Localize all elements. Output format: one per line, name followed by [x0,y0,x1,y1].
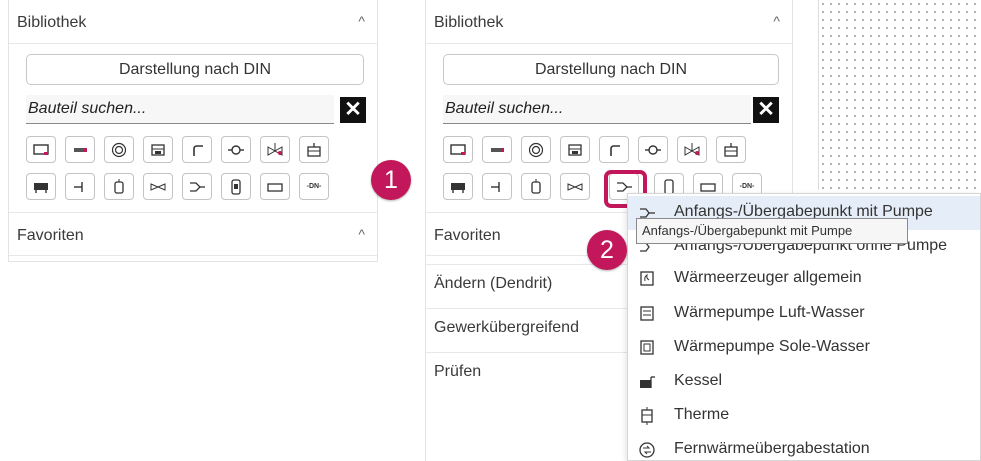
tab-label: Ändern (Dendrit) [434,275,553,292]
din-display-button[interactable]: Darstellung nach DIN [26,54,364,85]
transfer-point-icon[interactable] [182,173,212,200]
radiator-icon[interactable] [443,136,473,163]
pump-icon[interactable] [221,136,251,163]
menu-item-heat-pump-air[interactable]: Wärmepumpe Luft-Wasser [628,297,980,331]
pump-icon[interactable] [638,136,668,163]
dn-label-text: -DN- [739,183,755,190]
valve-box-icon[interactable] [560,136,590,163]
library-header[interactable]: Bibliothek ^ [426,0,792,44]
boiler-icon [640,376,655,388]
library-title: Bibliothek [434,14,504,31]
heat-generator-icon [640,271,654,286]
step-badge-2: 2 [587,230,627,270]
step-badge-1: 1 [371,160,411,200]
favorites-title: Favoriten [17,227,84,244]
tooltip: Anfangs-/Übergabepunkt mit Pumpe [636,218,908,244]
double-valve-icon[interactable] [143,173,173,200]
din-display-button[interactable]: Darstellung nach DIN [443,54,779,85]
menu-item-label: Fernwärmeübergabestation [674,440,870,457]
chevron-up-icon[interactable]: ^ [358,13,365,29]
component-search-input[interactable]: Bauteil suchen... [26,95,334,124]
clear-search-icon[interactable]: ✕ [753,97,779,123]
tab-label: Prüfen [434,363,482,380]
cylinder-icon[interactable] [221,173,251,200]
menu-item-heat-generator[interactable]: Wärmeerzeuger allgemein [628,262,980,296]
dn-label-text: -DN- [306,183,322,190]
menu-item-therme[interactable]: Therme [628,399,980,433]
drawing-canvas[interactable] [818,0,981,190]
menu-item-label: Wärmepumpe Sole-Wasser [674,338,870,355]
radiator-icon[interactable] [26,136,56,163]
favorites-title: Favoriten [434,227,501,244]
circle-target-icon[interactable] [104,136,134,163]
junction-icon[interactable] [482,173,512,200]
circle-target-icon[interactable] [521,136,551,163]
heat-pump-brine-icon [640,340,654,355]
heater-icon[interactable] [443,173,473,200]
pipe-bend-icon[interactable] [599,136,629,163]
chevron-up-icon[interactable]: ^ [773,13,780,29]
menu-item-boiler[interactable]: Kessel [628,365,980,399]
mixer-valve-icon[interactable] [677,136,707,163]
library-title: Bibliothek [17,14,87,31]
valve-box-icon[interactable] [143,136,173,163]
menu-item-label: Wärmepumpe Luft-Wasser [674,304,865,321]
heater-icon[interactable] [26,173,56,200]
pipe-bend-icon[interactable] [182,136,212,163]
vessel-icon[interactable] [104,173,134,200]
tab-label: Gewerkübergreifend [434,319,579,336]
storage-tank-icon[interactable] [716,136,746,163]
favorites-header[interactable]: Favoriten ^ [9,212,377,256]
rectangle-icon[interactable] [260,173,290,200]
junction-icon[interactable] [65,173,95,200]
strip-icon[interactable] [65,136,95,163]
component-search-input[interactable]: Bauteil suchen... [443,95,751,124]
double-valve-icon[interactable] [560,173,590,200]
therme-icon [641,407,653,425]
mixer-valve-icon[interactable] [260,136,290,163]
clear-search-icon[interactable]: ✕ [340,97,366,123]
menu-item-label: Therme [674,406,730,423]
library-panel-left: Bibliothek ^ Darstellung nach DIN Bautei… [8,0,378,262]
district-heating-icon [639,442,655,458]
menu-item-label: Kessel [674,372,723,389]
chevron-up-icon[interactable]: ^ [358,226,365,242]
heat-pump-air-icon [640,306,654,321]
menu-item-district-heating[interactable]: Fernwärmeübergabestation [628,433,980,461]
dn-label-icon[interactable]: -DN- [299,173,329,200]
vessel-icon[interactable] [521,173,551,200]
storage-tank-icon[interactable] [299,136,329,163]
menu-item-label: Wärmeerzeuger allgemein [674,269,862,286]
strip-icon[interactable] [482,136,512,163]
library-header[interactable]: Bibliothek ^ [9,0,377,44]
menu-item-heat-pump-brine[interactable]: Wärmepumpe Sole-Wasser [628,331,980,365]
